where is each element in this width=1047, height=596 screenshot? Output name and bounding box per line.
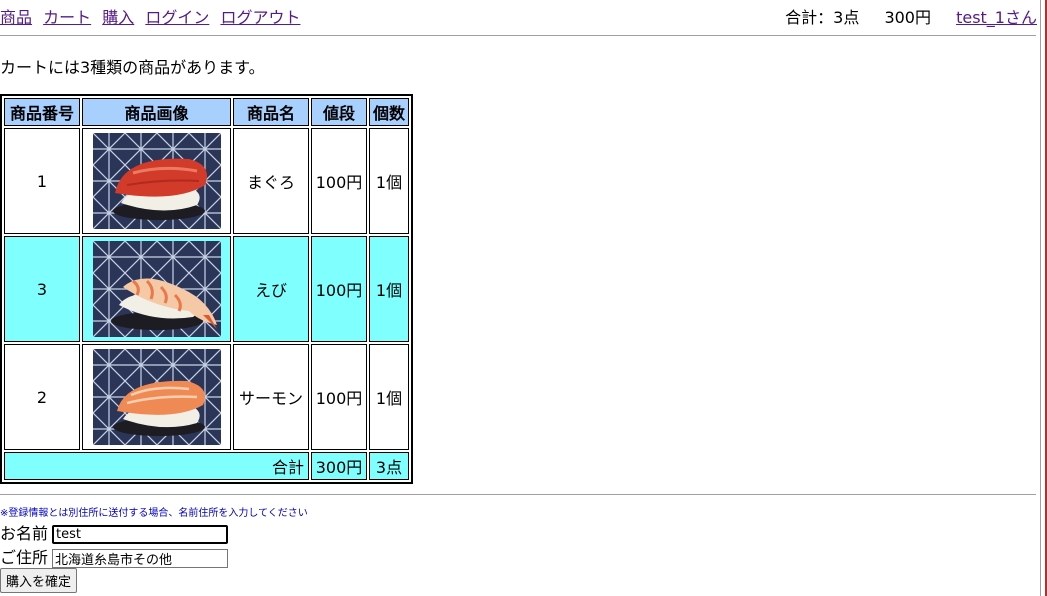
name-row: お名前 bbox=[0, 520, 229, 544]
shipping-note: ※登録情報とは別住所に送付する場合、名前住所を入力してください bbox=[0, 508, 308, 519]
cart-table: 商品番号 商品画像 商品名 値段 個数 1 まぐろ 100円 1個 3 えび 1… bbox=[0, 94, 413, 484]
cart-summary: 合計：3点 300円 test_1さん bbox=[785, 4, 1037, 28]
column-header-qty: 個数 bbox=[369, 98, 409, 126]
maguro-sushi-image bbox=[92, 133, 221, 229]
address-input[interactable] bbox=[52, 549, 229, 568]
table-row: 2 サーモン 100円 1個 bbox=[4, 344, 409, 450]
confirm-purchase-button[interactable]: 購入を確定 bbox=[0, 568, 78, 593]
nav-logout-link[interactable]: ログアウト bbox=[220, 8, 300, 27]
column-header-name: 商品名 bbox=[233, 98, 309, 126]
address-row: ご住所 bbox=[0, 544, 229, 568]
product-price: 100円 bbox=[311, 344, 367, 450]
column-header-image: 商品画像 bbox=[82, 98, 231, 126]
nav-products-link[interactable]: 商品 bbox=[0, 8, 32, 27]
name-label: お名前 bbox=[0, 524, 49, 543]
nav-cart-link[interactable]: カート bbox=[43, 8, 91, 27]
table-row: 3 えび 100円 1個 bbox=[4, 236, 409, 342]
total-qty: 3点 bbox=[369, 452, 409, 480]
product-number: 2 bbox=[4, 344, 80, 450]
name-input[interactable] bbox=[52, 525, 229, 544]
product-name: えび bbox=[233, 236, 309, 342]
nav-login-link[interactable]: ログイン bbox=[145, 8, 209, 27]
table-header-row: 商品番号 商品画像 商品名 値段 個数 bbox=[4, 98, 409, 126]
window-edge bbox=[1040, 0, 1041, 596]
product-qty: 1個 bbox=[369, 344, 409, 450]
salmon-sushi-image bbox=[92, 349, 221, 445]
column-header-number: 商品番号 bbox=[4, 98, 80, 126]
address-label: ご住所 bbox=[0, 548, 49, 567]
ebi-sushi-image bbox=[92, 241, 221, 337]
product-price: 100円 bbox=[311, 128, 367, 234]
nav-purchase-link[interactable]: 購入 bbox=[102, 8, 134, 27]
total-label: 合計 bbox=[4, 452, 309, 480]
table-row: 1 まぐろ 100円 1個 bbox=[4, 128, 409, 234]
cart-summary-count: 合計：3点 bbox=[785, 8, 860, 27]
product-qty: 1個 bbox=[369, 128, 409, 234]
cart-message: カートには3種類の商品があります。 bbox=[0, 58, 265, 77]
product-number: 1 bbox=[4, 128, 80, 234]
product-name: まぐろ bbox=[233, 128, 309, 234]
product-image-cell bbox=[82, 128, 231, 234]
top-navigation: 商品 カート 購入 ログイン ログアウト bbox=[0, 4, 306, 27]
column-header-price: 値段 bbox=[311, 98, 367, 126]
product-number: 3 bbox=[4, 236, 80, 342]
product-price: 100円 bbox=[311, 236, 367, 342]
header-divider bbox=[0, 35, 1036, 36]
user-link[interactable]: test_1さん bbox=[956, 8, 1037, 27]
total-row: 合計 300円 3点 bbox=[4, 452, 409, 480]
product-qty: 1個 bbox=[369, 236, 409, 342]
product-name: サーモン bbox=[233, 344, 309, 450]
form-divider bbox=[0, 494, 1036, 495]
cart-summary-price: 300円 bbox=[884, 8, 931, 27]
product-image-cell bbox=[82, 236, 231, 342]
product-image-cell bbox=[82, 344, 231, 450]
total-price: 300円 bbox=[311, 452, 367, 480]
